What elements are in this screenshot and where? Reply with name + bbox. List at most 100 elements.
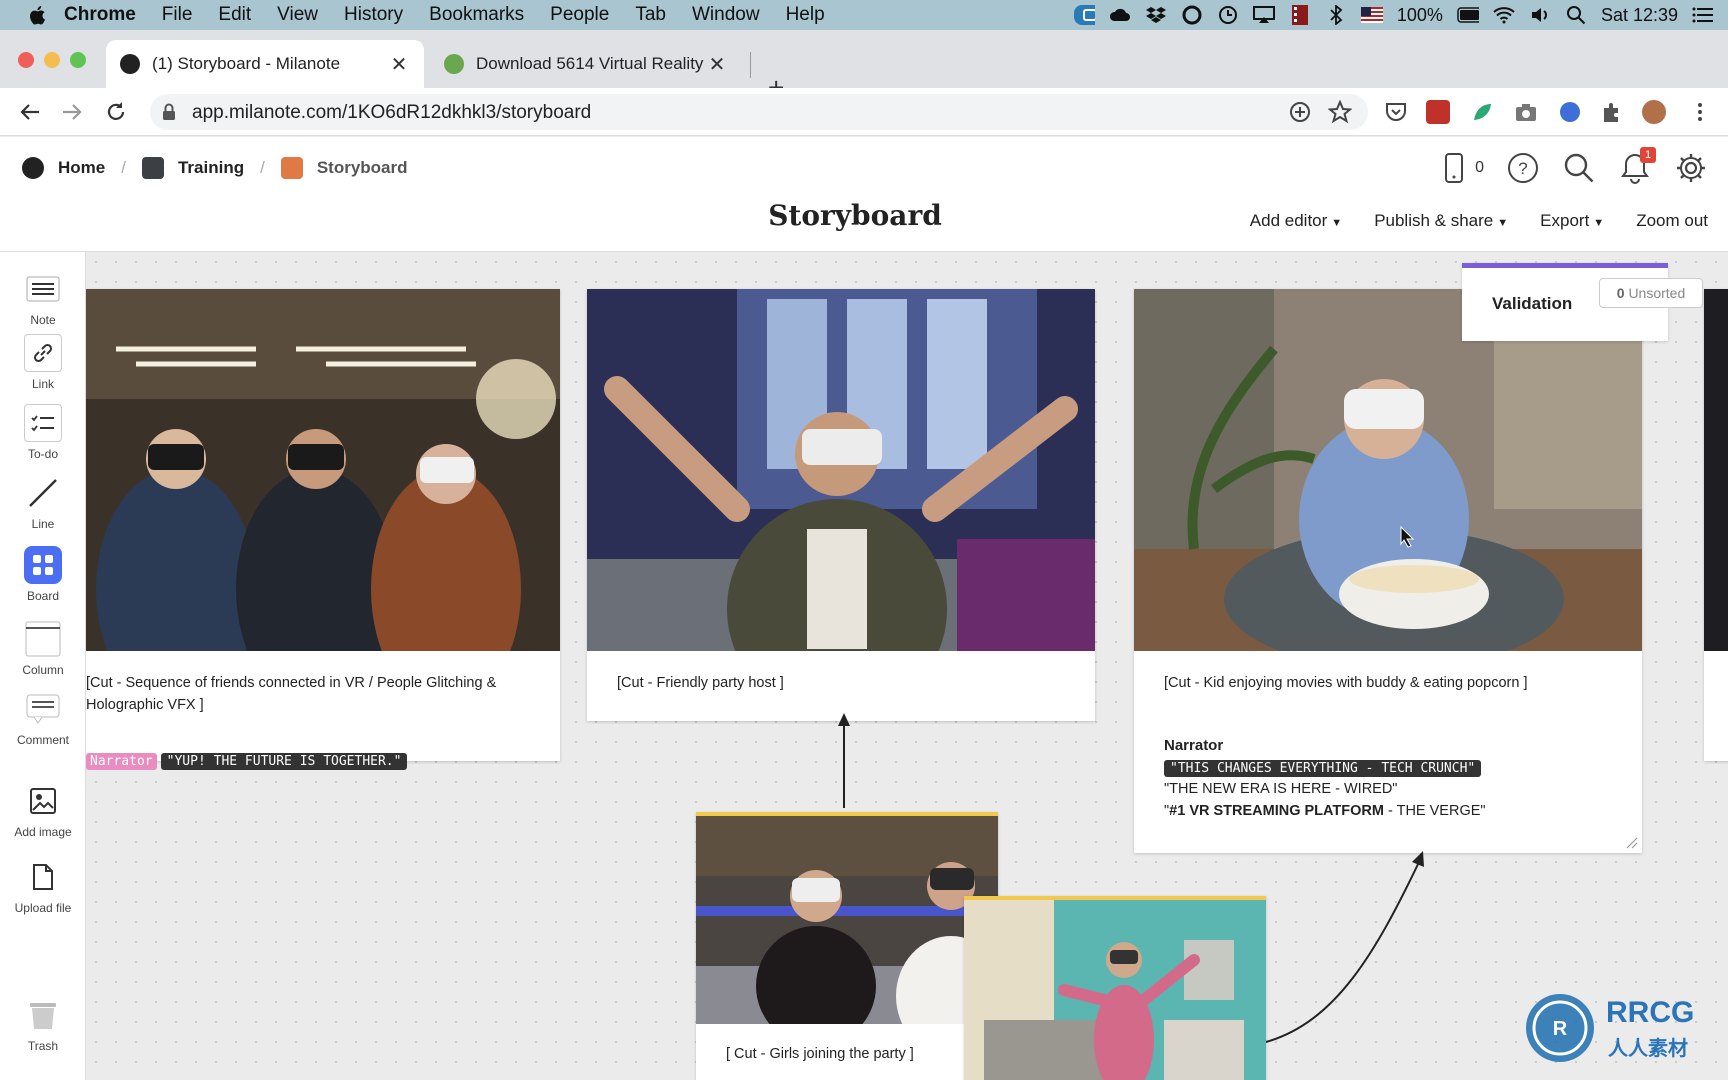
film-icon[interactable]: [1289, 4, 1311, 26]
leaf-extension-icon[interactable]: [1470, 100, 1494, 124]
chrome-menu-icon[interactable]: [1688, 100, 1712, 124]
extensions-puzzle-icon[interactable]: [1600, 100, 1624, 124]
tab-close-icon[interactable]: ✕: [706, 52, 728, 77]
todo-icon: [24, 404, 62, 442]
watermark-subtitle: 人人素材: [1608, 1038, 1688, 1060]
url-text[interactable]: app.milanote.com/1KO6dR12dkhkl3/storyboa…: [192, 102, 591, 124]
dropbox-icon[interactable]: [1145, 4, 1167, 26]
milanote-logo-icon[interactable]: [22, 157, 44, 179]
airplay-icon[interactable]: [1252, 4, 1275, 26]
zoom-out-button[interactable]: Zoom out: [1636, 211, 1708, 231]
publish-share-button[interactable]: Publish & share ▼: [1374, 211, 1508, 231]
board-training-icon[interactable]: [141, 157, 164, 179]
notification-badge: 1: [1640, 147, 1656, 163]
menu-view[interactable]: View: [277, 4, 318, 26]
vr-girls-party-image[interactable]: [696, 816, 998, 1024]
flag-icon[interactable]: [1360, 4, 1383, 26]
tool-note[interactable]: Note: [0, 270, 86, 327]
tool-label: To-do: [27, 447, 59, 461]
window-zoom-button[interactable]: [70, 52, 86, 68]
breadcrumb-home[interactable]: Home: [58, 158, 105, 178]
camera-extension-icon[interactable]: [1514, 100, 1538, 124]
vr-girl-dancing-image[interactable]: [964, 900, 1266, 1080]
search-icon[interactable]: [1562, 151, 1596, 185]
notifications-bell-icon[interactable]: 1: [1618, 147, 1656, 185]
back-icon[interactable]: [16, 98, 44, 126]
control-center-icon[interactable]: [1692, 4, 1714, 26]
window-minimize-button[interactable]: [44, 52, 60, 68]
chevron-down-icon: ▼: [1497, 217, 1509, 229]
card-caption[interactable]: [ Cut - Girls joining the party ]: [726, 1044, 914, 1066]
forward-icon[interactable]: [58, 98, 86, 126]
creative-cloud-icon[interactable]: [1181, 4, 1203, 26]
tab-divider: [750, 52, 751, 78]
breadcrumb-separator: /: [121, 158, 126, 177]
clock-app-icon[interactable]: [1217, 4, 1239, 26]
menu-file[interactable]: File: [162, 4, 193, 26]
menu-help[interactable]: Help: [786, 4, 825, 26]
battery-icon[interactable]: [1457, 4, 1479, 26]
spotlight-search-icon[interactable]: [1565, 4, 1587, 26]
address-bar[interactable]: app.milanote.com/1KO6dR12dkhkl3/storyboa…: [150, 94, 1368, 130]
apple-icon[interactable]: [26, 3, 50, 27]
tool-comment[interactable]: Comment: [0, 690, 86, 747]
tab-close-icon[interactable]: ✕: [388, 52, 410, 77]
lastpass-extension-icon[interactable]: [1426, 100, 1450, 124]
tool-trash[interactable]: Trash: [0, 996, 86, 1053]
tab-storyboard[interactable]: (1) Storyboard - Milanote ✕: [106, 40, 424, 88]
tool-label: Trash: [27, 1039, 59, 1053]
blue-extension-icon[interactable]: [1558, 100, 1582, 124]
install-app-icon[interactable]: [1288, 100, 1312, 124]
cloud-icon[interactable]: [1109, 4, 1131, 26]
menu-history[interactable]: History: [344, 4, 403, 26]
battery-percentage: 100%: [1396, 4, 1443, 25]
tool-board[interactable]: Board: [0, 546, 86, 603]
storyboard-card-girl-dancing[interactable]: [964, 896, 1266, 1080]
tool-sidebar: Note Link To-do Line Board Column Commen…: [0, 252, 86, 1080]
connector-line[interactable]: [1265, 859, 1421, 1043]
mobile-device-icon[interactable]: [1437, 151, 1471, 185]
board-storyboard-icon[interactable]: [280, 157, 303, 179]
wifi-icon[interactable]: [1493, 4, 1515, 26]
tab-title: (1) Storyboard - Milanote: [152, 54, 341, 73]
publish-share-label: Publish & share: [1374, 211, 1494, 230]
add-editor-button[interactable]: Add editor ▼: [1250, 211, 1342, 231]
tool-add-image[interactable]: Add image: [0, 782, 86, 839]
menu-app-name[interactable]: Chrome: [64, 4, 136, 26]
menu-window[interactable]: Window: [692, 4, 760, 26]
tool-column[interactable]: Column: [0, 620, 86, 677]
menu-tab[interactable]: Tab: [635, 4, 666, 26]
line-icon: [24, 474, 62, 512]
window-close-button[interactable]: [18, 52, 34, 68]
breadcrumb: Home / Training / Storyboard: [22, 157, 408, 179]
note-icon: [24, 270, 62, 308]
tool-label: Note: [30, 313, 56, 327]
settings-gear-icon[interactable]: [1674, 151, 1708, 185]
menu-people[interactable]: People: [550, 4, 609, 26]
menu-clock[interactable]: Sat 12:39: [1601, 5, 1678, 26]
tool-line[interactable]: Line: [0, 474, 86, 531]
export-label: Export: [1540, 211, 1590, 230]
board-canvas[interactable]: [Cut - Sequence of friends connected in …: [86, 252, 1728, 1080]
breadcrumb-storyboard[interactable]: Storyboard: [317, 158, 408, 178]
menu-bookmarks[interactable]: Bookmarks: [429, 4, 524, 26]
bookmark-star-icon[interactable]: [1328, 100, 1352, 124]
volume-icon[interactable]: [1529, 4, 1551, 26]
storyboard-card-girls[interactable]: [ Cut - Girls joining the party ]: [696, 812, 998, 1080]
tool-upload-file[interactable]: Upload file: [0, 858, 86, 915]
breadcrumb-training[interactable]: Training: [178, 158, 244, 178]
tool-todo[interactable]: To-do: [0, 404, 86, 461]
pocket-extension-icon[interactable]: [1384, 100, 1408, 124]
menu-edit[interactable]: Edit: [218, 4, 251, 26]
milanote-favicon-icon: [120, 54, 140, 74]
profile-avatar[interactable]: [1642, 100, 1666, 124]
tool-link[interactable]: Link: [0, 334, 86, 391]
lock-icon[interactable]: [162, 103, 176, 121]
export-button[interactable]: Export ▼: [1540, 211, 1604, 231]
tab-download[interactable]: Download 5614 Virtual Reality ✕: [436, 40, 736, 88]
screen-record-icon[interactable]: [1073, 4, 1095, 26]
macos-menu-bar: Chrome File Edit View History Bookmarks …: [0, 0, 1728, 30]
bluetooth-icon[interactable]: [1325, 4, 1347, 26]
reload-icon[interactable]: [102, 98, 130, 126]
help-icon[interactable]: ?: [1506, 151, 1540, 185]
